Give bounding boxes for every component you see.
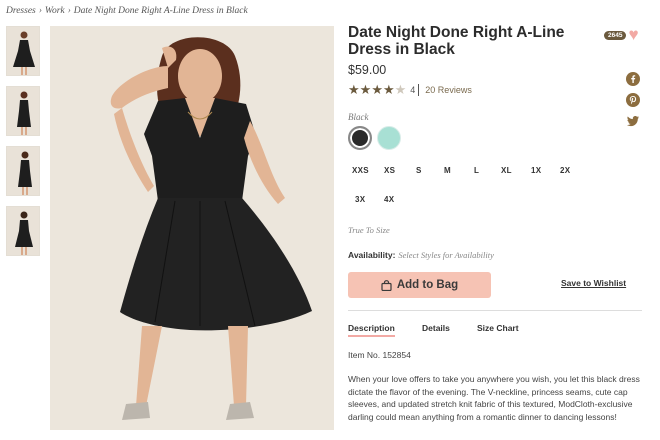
item-number: Item No. 152854 [348,350,411,360]
breadcrumb-link-work[interactable]: Work [45,6,65,16]
thumbnail-1[interactable] [6,26,40,76]
section-divider [348,310,642,311]
reviews-link[interactable]: 20 Reviews [425,85,472,95]
facebook-icon[interactable] [626,72,640,86]
star-icon: ★ [371,82,383,97]
fit-note: True To Size [348,225,390,235]
star-icon: ★ [348,82,360,97]
color-label: Black [348,112,369,122]
heart-icon[interactable]: ♥ [628,26,638,43]
availability: Availability: Select Styles for Availabil… [348,250,494,260]
product-title: Date Night Done Right A-Line Dress in Bl… [348,24,565,58]
twitter-icon[interactable] [626,114,640,128]
rating-count: 4 [410,85,416,95]
breadcrumb: Dresses › Work › Date Night Done Right A-Lin… [6,6,248,16]
size-option-4x[interactable]: 4X [384,195,394,204]
rating-stars: ★★★★★ [348,82,406,98]
tab-description[interactable]: Description [348,323,395,337]
add-to-bag-label: Add to Bag [396,279,459,291]
thumbnail-list [6,26,40,266]
size-option-xs[interactable]: XS [384,166,395,175]
size-option-s[interactable]: S [416,166,422,175]
availability-value: Select Styles for Availability [398,250,494,260]
size-option-l[interactable]: L [474,166,479,175]
tab-details[interactable]: Details [422,323,450,333]
star-icon: ★ [382,82,395,97]
size-option-2x[interactable]: 2X [560,166,570,175]
tab-size-chart[interactable]: Size Chart [477,323,519,333]
social-share [626,72,642,135]
size-option-xl[interactable]: XL [501,166,512,175]
love-count-badge: 2645 [604,30,627,40]
breadcrumb-separator: › [38,6,42,16]
breadcrumb-current: Date Night Done Right A-Line Dress in Bl… [73,6,248,16]
star-icon: ★ [359,82,372,97]
thumbnail-3[interactable] [6,146,40,196]
star-empty-icon: ★ [394,82,407,97]
product-info: Date Night Done Right A-Line Dress in Bl… [348,24,648,77]
product-rating: ★★★★★ 4 20 Reviews [348,82,472,98]
add-to-bag-button[interactable]: Add to Bag [348,272,491,298]
thumbnail-4[interactable] [6,206,40,256]
main-product-image[interactable] [50,26,334,430]
size-option-1x[interactable]: 1X [531,166,541,175]
rating-divider [418,84,420,96]
pinterest-icon[interactable] [626,93,640,107]
save-to-wishlist-link[interactable]: Save to Wishlist [561,278,626,288]
product-price: $59.00 [348,63,387,77]
breadcrumb-separator: › [67,6,71,16]
size-option-3x[interactable]: 3X [355,195,365,204]
availability-label: Availability: [348,250,396,260]
size-option-xxs[interactable]: XXS [352,166,369,175]
color-swatch-black[interactable] [348,126,372,150]
breadcrumb-link-dresses[interactable]: Dresses [6,6,36,16]
thumbnail-2[interactable] [6,86,40,136]
love-widget[interactable]: 2645 ♥ [604,26,639,43]
color-swatch-mint[interactable] [377,126,401,150]
size-option-m[interactable]: M [444,166,451,175]
product-description: When your love offers to take you anywhe… [348,374,640,422]
bag-icon [381,279,392,291]
